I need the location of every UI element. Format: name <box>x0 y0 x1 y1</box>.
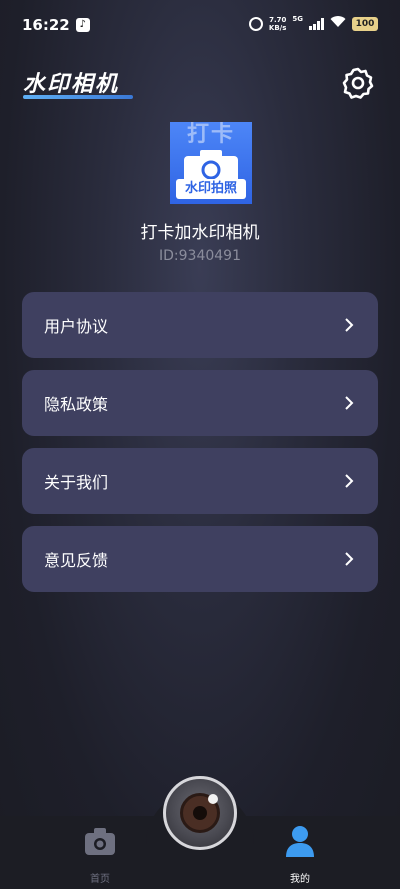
menu-item-feedback[interactable]: 意见反馈 <box>22 526 378 592</box>
network-type: 5G <box>292 15 303 23</box>
profile-id: ID:9340491 <box>159 248 241 264</box>
net-speed-value: 7.70 <box>269 15 287 24</box>
battery-indicator: 100 <box>352 16 378 31</box>
menu-item-privacy-policy[interactable]: 隐私政策 <box>22 370 378 436</box>
alarm-icon <box>248 16 263 31</box>
chevron-right-icon <box>345 318 354 332</box>
status-bar: 16:22 ♪ 7.70 KB/s 5G 100 <box>0 0 400 50</box>
camera-icon <box>184 150 238 182</box>
tab-label: 首页 <box>90 874 110 885</box>
tab-label: 我的 <box>290 874 310 885</box>
profile-name: 打卡加水印相机 <box>140 223 260 243</box>
menu-item-about-us[interactable]: 关于我们 <box>22 448 378 514</box>
tab-mine[interactable]: 我的 <box>270 824 330 885</box>
lens-glint <box>208 794 218 804</box>
menu-item-label: 隐私政策 <box>44 395 109 414</box>
wifi-icon <box>330 15 346 32</box>
status-indicators: 7.70 KB/s 5G 100 <box>248 15 378 32</box>
camera-icon <box>85 828 115 855</box>
title-underline <box>23 95 133 99</box>
shutter-button[interactable] <box>163 776 237 850</box>
gear-icon <box>342 67 374 99</box>
status-time: 16:22 <box>22 16 70 34</box>
tiktok-icon: ♪ <box>75 18 90 32</box>
menu-item-label: 用户协议 <box>44 317 109 336</box>
signal-icon <box>309 17 324 30</box>
logo-caption: 水印拍照 <box>176 179 246 199</box>
lens-pupil <box>193 806 207 820</box>
tab-home[interactable]: 首页 <box>70 824 130 885</box>
chevron-right-icon <box>345 474 354 488</box>
settings-button[interactable] <box>341 66 375 100</box>
menu-item-label: 意见反馈 <box>44 551 109 570</box>
menu-item-user-agreement[interactable]: 用户协议 <box>22 292 378 358</box>
net-speed-unit: KB/s <box>268 23 287 32</box>
app-logo: 打卡 水印拍照 <box>170 122 252 204</box>
logo-top-text: 打卡 <box>186 122 235 147</box>
page-title: 水印相机 <box>23 72 120 97</box>
chevron-right-icon <box>345 396 354 410</box>
chevron-right-icon <box>345 552 354 566</box>
net-speed: 7.70 KB/s <box>269 16 286 32</box>
menu-item-label: 关于我们 <box>44 473 109 492</box>
user-icon <box>286 826 314 857</box>
